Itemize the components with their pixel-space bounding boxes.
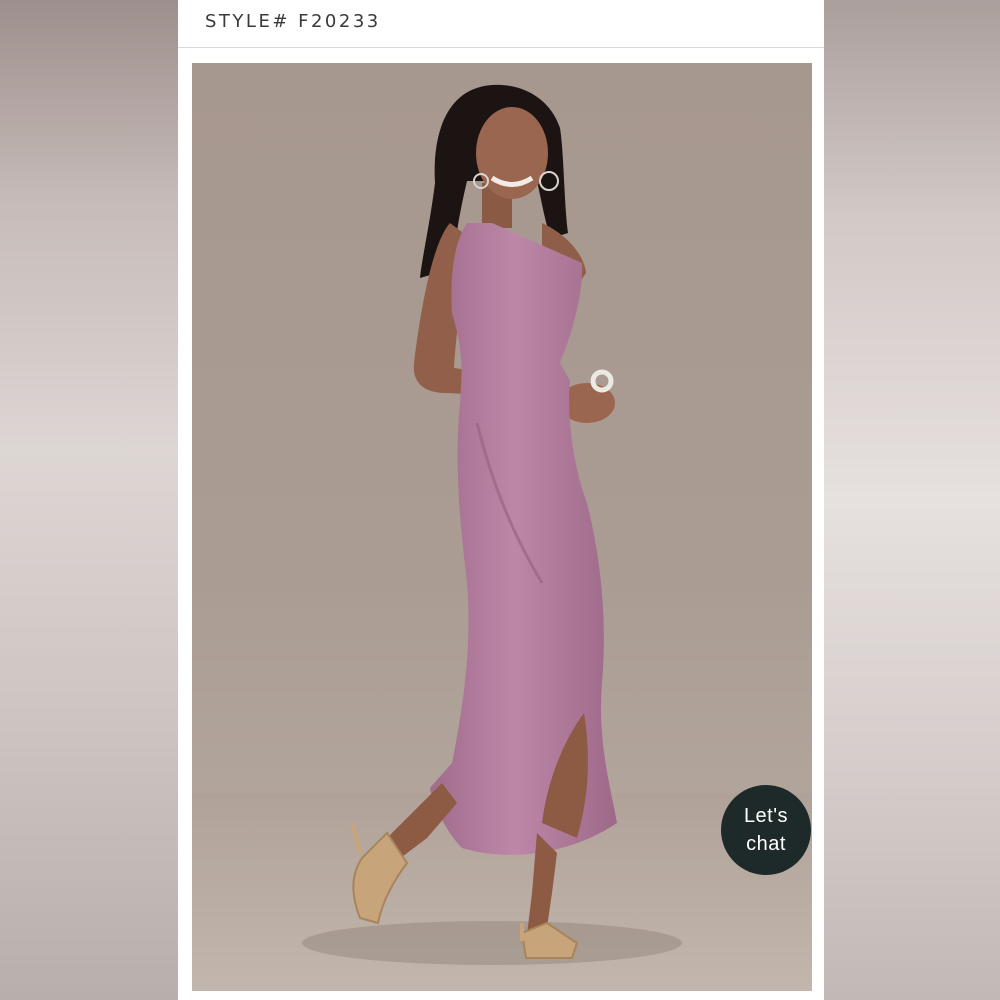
style-header: STYLE# F20233: [178, 0, 824, 48]
background-blur-left: [0, 0, 178, 1000]
model-illustration: [192, 84, 812, 991]
chat-button[interactable]: Let's chat: [721, 785, 811, 875]
product-card: STYLE# F20233 Let's chat: [178, 0, 824, 1000]
model-shadow: [302, 921, 682, 965]
dress: [430, 223, 617, 855]
product-photo[interactable]: [192, 63, 812, 991]
background-blur-right: [824, 0, 1000, 1000]
style-number: STYLE# F20233: [205, 11, 381, 32]
